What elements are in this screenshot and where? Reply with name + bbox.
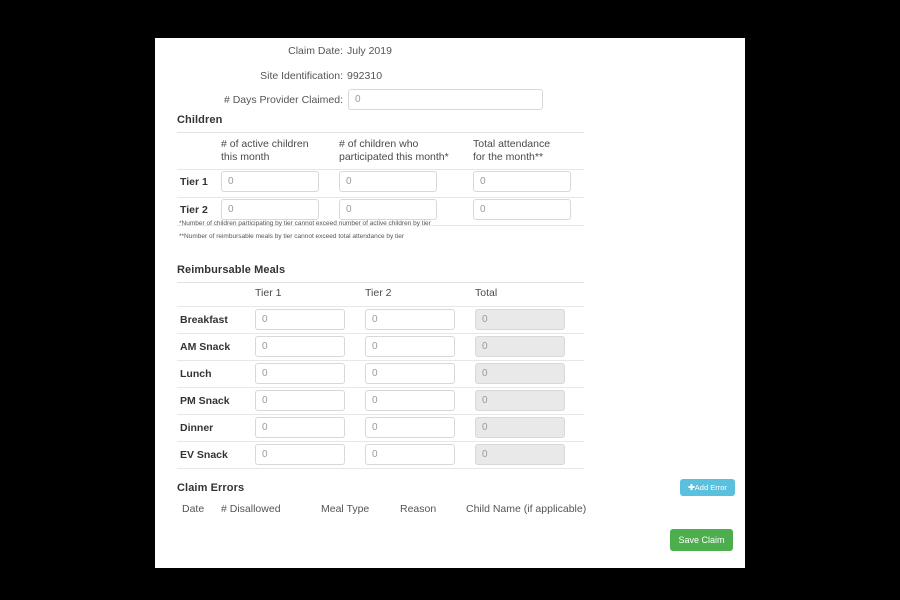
children-section-title: Children bbox=[177, 114, 223, 126]
meals-header-rule bbox=[177, 306, 584, 307]
children-header-rule bbox=[177, 169, 584, 170]
children-tier2-active-input[interactable] bbox=[221, 199, 319, 220]
meals-pm-snack-tier1-input[interactable] bbox=[255, 390, 345, 411]
meals-ev-snack-tier2-input[interactable] bbox=[365, 444, 455, 465]
claim-errors-column-meal-type: Meal Type bbox=[321, 503, 370, 515]
meals-pm-snack-total-input bbox=[475, 390, 565, 411]
meals-ev-snack-total-input bbox=[475, 444, 565, 465]
site-identification-value: 992310 bbox=[347, 70, 383, 82]
meals-row-rule-2 bbox=[177, 360, 584, 361]
children-tier2-participated-input[interactable] bbox=[339, 199, 437, 220]
meals-lunch-tier1-input[interactable] bbox=[255, 363, 345, 384]
claim-form-body: Claim Date: July 2019 Site Identificatio… bbox=[155, 38, 745, 568]
site-identification-label: Site Identification: bbox=[260, 70, 343, 82]
meals-table-top-rule bbox=[177, 282, 584, 283]
meals-row-label-ev-snack: EV Snack bbox=[180, 449, 228, 461]
meals-dinner-tier2-input[interactable] bbox=[365, 417, 455, 438]
meals-row-rule-1 bbox=[177, 333, 584, 334]
claim-errors-column-disallowed: # Disallowed bbox=[221, 503, 281, 515]
site-identification-row: Site Identification: 992310 bbox=[155, 64, 745, 88]
children-footnote-2: **Number of reimbursable meals by tier c… bbox=[179, 233, 405, 240]
add-error-button[interactable]: ✚ Add Error bbox=[680, 479, 735, 496]
meals-lunch-tier2-input[interactable] bbox=[365, 363, 455, 384]
meals-table-bottom-rule bbox=[177, 468, 584, 469]
meals-pm-snack-tier2-input[interactable] bbox=[365, 390, 455, 411]
meals-row-label-lunch: Lunch bbox=[180, 368, 212, 380]
children-tier2-attendance-input[interactable] bbox=[473, 199, 571, 220]
meals-lunch-total-input bbox=[475, 363, 565, 384]
claim-date-label: Claim Date: bbox=[288, 45, 343, 57]
meals-section-title: Reimbursable Meals bbox=[177, 264, 286, 276]
save-claim-button[interactable]: Save Claim bbox=[670, 529, 733, 551]
children-row-label-tier2: Tier 2 bbox=[180, 204, 208, 216]
meals-column-tier1: Tier 1 bbox=[255, 287, 282, 299]
meals-row-label-pm-snack: PM Snack bbox=[180, 395, 230, 407]
claim-date-row: Claim Date: July 2019 bbox=[155, 39, 745, 63]
children-footnote-1: *Number of children participating by tie… bbox=[179, 220, 431, 227]
meals-row-rule-5 bbox=[177, 441, 584, 442]
days-provider-claimed-row: # Days Provider Claimed: bbox=[155, 88, 745, 112]
days-provider-claimed-label: # Days Provider Claimed: bbox=[223, 94, 343, 106]
meals-dinner-total-input bbox=[475, 417, 565, 438]
claim-date-value: July 2019 bbox=[347, 45, 392, 57]
claim-form-card: Claim Date: July 2019 Site Identificatio… bbox=[155, 38, 745, 568]
meals-row-label-dinner: Dinner bbox=[180, 422, 214, 434]
claim-errors-column-reason: Reason bbox=[400, 503, 437, 515]
meals-row-rule-3 bbox=[177, 387, 584, 388]
meals-am-snack-tier2-input[interactable] bbox=[365, 336, 455, 357]
meals-dinner-tier1-input[interactable] bbox=[255, 417, 345, 438]
children-tier1-attendance-input[interactable] bbox=[473, 171, 571, 192]
meals-am-snack-total-input bbox=[475, 336, 565, 357]
children-tier1-active-input[interactable] bbox=[221, 171, 319, 192]
screenshot-viewport: Claim Date: July 2019 Site Identificatio… bbox=[0, 0, 900, 600]
children-row-label-tier1: Tier 1 bbox=[180, 176, 208, 188]
meals-ev-snack-tier1-input[interactable] bbox=[255, 444, 345, 465]
meals-am-snack-tier1-input[interactable] bbox=[255, 336, 345, 357]
children-column-attendance: Total attendance for the month** bbox=[473, 138, 551, 163]
meals-breakfast-tier1-input[interactable] bbox=[255, 309, 345, 330]
meals-breakfast-tier2-input[interactable] bbox=[365, 309, 455, 330]
meals-row-label-breakfast: Breakfast bbox=[180, 314, 228, 326]
children-column-participated: # of children who participated this mont… bbox=[339, 138, 449, 163]
claim-errors-section-title: Claim Errors bbox=[177, 482, 245, 494]
add-error-button-label: Add Error bbox=[694, 483, 727, 492]
meals-row-label-am-snack: AM Snack bbox=[180, 341, 231, 353]
children-table-top-rule bbox=[177, 132, 584, 133]
meals-row-rule-4 bbox=[177, 414, 584, 415]
save-claim-button-label: Save Claim bbox=[678, 535, 725, 545]
claim-errors-column-date: Date bbox=[182, 503, 205, 515]
meals-breakfast-total-input bbox=[475, 309, 565, 330]
children-row-rule-1 bbox=[177, 197, 584, 198]
meals-column-tier2: Tier 2 bbox=[365, 287, 392, 299]
plus-icon: ✚ bbox=[688, 482, 695, 492]
days-provider-claimed-input[interactable] bbox=[348, 89, 543, 110]
claim-errors-column-child-name: Child Name (if applicable) bbox=[466, 503, 587, 515]
children-tier1-participated-input[interactable] bbox=[339, 171, 437, 192]
meals-column-total: Total bbox=[475, 287, 498, 299]
